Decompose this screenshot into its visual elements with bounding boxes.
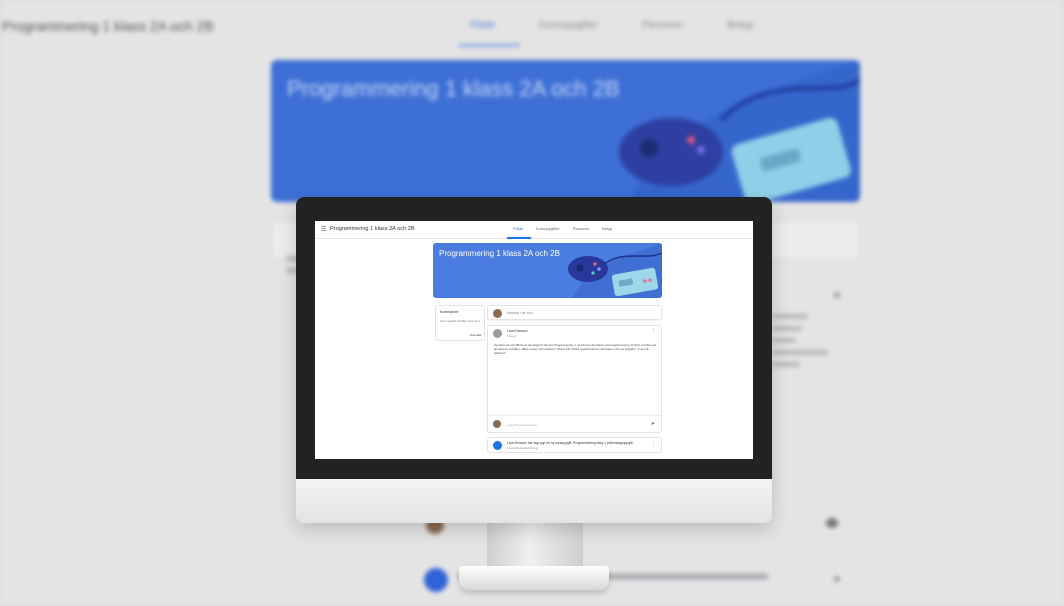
share-announcement-box[interactable]: Meddela i din kurs	[487, 305, 662, 320]
menu-icon[interactable]: ☰	[321, 226, 326, 233]
share-placeholder: Meddela i din kurs	[507, 311, 533, 315]
background-tab-grades: Betyg	[727, 20, 753, 31]
avatar	[493, 309, 502, 318]
background-tab-stream: Flöde	[470, 20, 496, 31]
assignment-icon	[493, 441, 502, 450]
background-page-title: Programmering 1 klass 2A och 2B	[2, 18, 214, 34]
tab-grades[interactable]: Betyg	[602, 226, 612, 231]
assignment-notice[interactable]: Lars Ericsson har lagt upp en ny kursupp…	[487, 437, 662, 453]
background-assignment-icon	[424, 568, 448, 592]
send-icon[interactable]: ➤	[651, 421, 655, 427]
comment-row: Lägg till kurskommentar... ➤	[488, 415, 661, 433]
gamepad-illustration	[568, 243, 662, 298]
background-tab-classwork: Kursuppgifter	[539, 20, 599, 31]
class-banner: Programmering 1 klass 2A och 2B	[433, 243, 662, 298]
tab-classwork[interactable]: Kursuppgifter	[536, 226, 560, 231]
background-banner: Programmering 1 klass 2A och 2B	[271, 60, 860, 202]
background-tab-people: Personer	[642, 20, 684, 31]
monitor-screen: ☰ Programmering 1 klass 2A och 2B Flöde …	[315, 221, 753, 459]
post-date: 11 aug	[507, 334, 516, 338]
post-body: Hej klass 2A och 2B! Nu är det dags för …	[494, 343, 657, 356]
imac-monitor: ☰ Programmering 1 klass 2A och 2B Flöde …	[296, 197, 772, 523]
more-options-icon[interactable]: ⋮	[651, 328, 656, 334]
upcoming-card: Kommande Inga uppgifter förfaller inom k…	[435, 305, 485, 341]
class-title[interactable]: Programmering 1 klass 2A och 2B	[330, 226, 415, 232]
upcoming-title: Kommande	[440, 310, 459, 314]
comment-input[interactable]: Lägg till kurskommentar...	[507, 423, 539, 427]
background-tab-indicator	[458, 44, 520, 47]
app-header: ☰ Programmering 1 klass 2A och 2B Flöde …	[315, 221, 753, 239]
imac-chin	[296, 479, 772, 523]
imac-stand-base	[459, 566, 609, 590]
gamepad-illustration	[619, 60, 860, 202]
assignment-title: Lars Ericsson har lagt upp en ny kursupp…	[507, 441, 633, 445]
view-all-link[interactable]: Visa alla	[470, 333, 481, 337]
tab-people[interactable]: Personer	[573, 226, 589, 231]
assignment-more-icon[interactable]: ⋮	[651, 441, 656, 447]
class-tabs: Flöde Kursuppgifter Personer Betyg	[513, 226, 612, 231]
background-tabs: Flöde Kursuppgifter Personer Betyg	[470, 20, 753, 31]
imac-stand-neck	[487, 523, 583, 569]
active-tab-indicator	[507, 237, 531, 239]
announcement-post: Lars Ericsson 11 aug ⋮ Hej klass 2A och …	[487, 325, 662, 433]
commenter-avatar	[493, 420, 501, 428]
tab-stream[interactable]: Flöde	[513, 226, 523, 231]
upcoming-text: Inga uppgifter förfaller inom kort	[440, 319, 480, 323]
assignment-date: 24 aug (Redigerad 24 aug)	[507, 446, 539, 450]
author-avatar	[493, 329, 502, 338]
post-author: Lars Ericsson	[507, 329, 528, 333]
